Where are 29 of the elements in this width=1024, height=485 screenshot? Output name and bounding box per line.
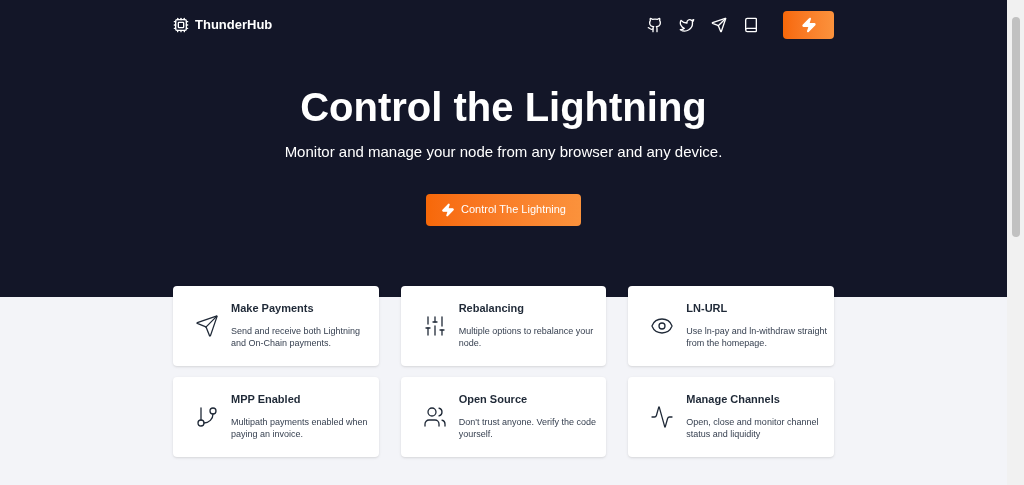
feature-text: Send and receive both Lightning and On-Chain payments. — [231, 324, 362, 349]
book-icon[interactable] — [743, 17, 759, 33]
chip-icon — [173, 17, 189, 33]
lightning-icon — [800, 17, 817, 33]
github-icon[interactable] — [647, 17, 663, 33]
feature-text: Use ln-pay and ln-withdraw straight from the homepage. — [686, 324, 828, 349]
feature-title: Manage Channels — [686, 392, 781, 407]
pulse-icon — [650, 405, 675, 429]
feature-text: Multiple options to rebalance your node. — [458, 324, 595, 349]
twitter-icon[interactable] — [679, 17, 695, 33]
brand-name: ThunderHub — [195, 16, 273, 35]
hero-title: Control the Lightning — [299, 84, 708, 131]
feature-title: LN-URL — [686, 301, 729, 316]
users-icon — [422, 405, 447, 429]
feature-title: MPP Enabled — [231, 392, 302, 407]
send-icon — [195, 314, 219, 338]
send-icon[interactable] — [711, 17, 727, 33]
feature-title: Make Payments — [231, 301, 315, 316]
feature-text: Multipath payments enabled when paying an invoice. — [231, 415, 369, 440]
lightning-icon — [441, 202, 455, 217]
branch-icon — [195, 405, 219, 429]
cta-button[interactable]: Control The Lightning — [426, 193, 581, 226]
feature-title: Rebalancing — [458, 301, 526, 316]
scrollbar[interactable] — [1007, 0, 1024, 485]
feature-text: Open, close and monitor channel status and liquidity — [686, 415, 820, 440]
lightning-button[interactable] — [783, 11, 834, 39]
feature-text: Don't trust anyone. Verify the code yourself. — [458, 415, 597, 440]
feature-title: Open Source — [458, 392, 529, 407]
hero-subtitle: Monitor and manage your node from any browser and any device. — [283, 142, 724, 162]
